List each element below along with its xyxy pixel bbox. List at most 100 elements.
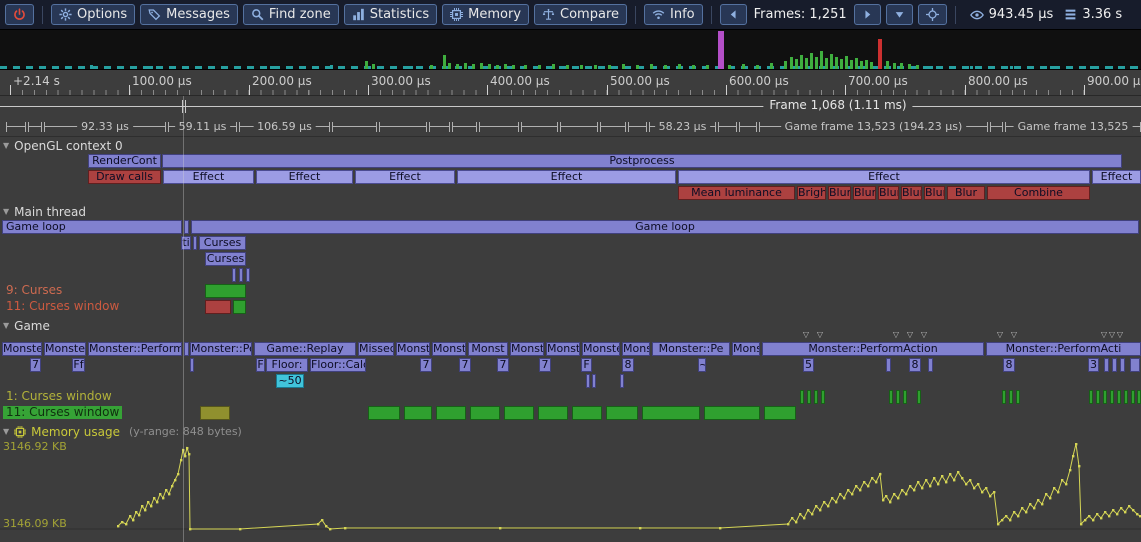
zone-bar[interactable]: 7	[539, 358, 551, 372]
histogram-bar[interactable]	[608, 65, 611, 69]
histogram-bar[interactable]	[372, 64, 375, 69]
section-header-main-thread[interactable]: ▼Main thread	[0, 204, 1141, 219]
statistics-button[interactable]: Statistics	[344, 4, 437, 25]
info-button[interactable]: Info	[644, 4, 703, 25]
zone-bar[interactable]: Missed	[358, 342, 394, 356]
histogram-bar[interactable]	[472, 64, 475, 69]
histogram-bar[interactable]	[835, 57, 838, 69]
histogram-bar[interactable]	[1010, 66, 1013, 69]
frame-ruler-secondary[interactable]: 92.33 μs59.11 μs106.59 μs58.23 μsGame fr…	[0, 117, 1141, 137]
goto-frame-button[interactable]	[918, 4, 947, 25]
zone-bar[interactable]: Ff	[72, 358, 85, 372]
histogram-bar[interactable]	[488, 64, 491, 69]
histogram-bar[interactable]	[210, 66, 213, 69]
histogram-bar[interactable]	[456, 64, 459, 69]
histogram-bar[interactable]	[650, 64, 653, 69]
histogram-bar[interactable]	[908, 64, 911, 69]
zone-bar[interactable]: Blur	[947, 186, 985, 200]
zone-bar[interactable]	[807, 390, 811, 404]
time-ruler[interactable]: +2.14 s100.00 μs200.00 μs300.00 μs400.00…	[0, 70, 1141, 96]
zone-bar[interactable]	[1103, 390, 1107, 404]
zone-bar[interactable]	[1009, 390, 1013, 404]
zone-bar[interactable]: Effect	[457, 170, 676, 184]
zone-bar[interactable]: Game loop	[2, 220, 182, 234]
zone-bar[interactable]: Effect	[355, 170, 455, 184]
zone-bar[interactable]	[1096, 390, 1100, 404]
histogram-bar[interactable]	[594, 65, 597, 69]
zone-bar[interactable]: Postprocess	[162, 154, 1122, 168]
zone-bar[interactable]	[928, 358, 933, 372]
zone-bar[interactable]: Blur	[853, 186, 876, 200]
zone-bar[interactable]	[193, 236, 197, 250]
zone-bar[interactable]	[190, 358, 194, 372]
sub-frame-segment[interactable]: Game frame 13,523 (194.23 μs)	[759, 122, 988, 132]
zone-bar[interactable]: Effect	[1092, 170, 1141, 184]
histogram-bar[interactable]	[790, 57, 793, 69]
histogram-bar[interactable]	[805, 58, 808, 69]
histogram-bar[interactable]	[865, 60, 868, 69]
ghost-zone-marker[interactable]: ▽	[1109, 330, 1115, 339]
ghost-zone-marker[interactable]: ▽	[1101, 330, 1107, 339]
histogram-bar[interactable]	[830, 54, 833, 69]
zone-bar[interactable]	[1002, 390, 1006, 404]
sub-frame-segment[interactable]	[332, 122, 377, 132]
zone-bar[interactable]: Draw calls	[88, 170, 161, 184]
histogram-bar[interactable]	[90, 65, 93, 69]
histogram-bar[interactable]	[410, 66, 413, 69]
ghost-zone-marker[interactable]: ▽	[803, 330, 809, 339]
histogram-bar[interactable]	[365, 61, 368, 69]
histogram-bar[interactable]	[692, 65, 695, 69]
zone-bar[interactable]: Monster::Pe	[190, 342, 252, 356]
histogram-bar[interactable]	[742, 64, 745, 69]
zone-bar[interactable]	[404, 406, 432, 420]
lane-label[interactable]: 9: Curses	[3, 284, 65, 297]
histogram-bar[interactable]	[524, 65, 527, 69]
zone-bar[interactable]: Monst	[468, 342, 508, 356]
histogram-bar[interactable]	[390, 66, 393, 69]
zone-bar[interactable]: ~50	[276, 374, 304, 388]
zone-bar[interactable]	[620, 374, 624, 388]
zone-bar[interactable]	[1104, 358, 1109, 372]
zone-bar[interactable]	[764, 406, 796, 420]
histogram-bar[interactable]	[552, 64, 555, 69]
lane-label[interactable]: 11: Curses window	[3, 406, 122, 419]
histogram-bar[interactable]	[430, 65, 433, 69]
zone-bar[interactable]	[538, 406, 568, 420]
zone-bar[interactable]	[889, 390, 893, 404]
zone-bar[interactable]	[572, 406, 602, 420]
zone-bar[interactable]: Monste	[582, 342, 620, 356]
lane-label[interactable]: 11: Curses window	[3, 300, 122, 313]
frame-histogram[interactable]	[0, 30, 1141, 70]
zone-bar[interactable]: F	[256, 358, 265, 372]
histogram-bar[interactable]	[504, 64, 507, 69]
ghost-zone-marker[interactable]: ▽	[997, 330, 1003, 339]
zone-bar[interactable]: Monster::Pe	[652, 342, 730, 356]
histogram-bar[interactable]	[870, 62, 873, 69]
zone-bar[interactable]: Curses	[205, 252, 246, 266]
zone-bar[interactable]	[896, 390, 900, 404]
sub-frame-segment[interactable]	[628, 122, 647, 132]
sub-frame-segment[interactable]	[521, 122, 558, 132]
histogram-bar[interactable]	[950, 66, 953, 69]
zone-bar[interactable]: Blur	[828, 186, 851, 200]
zone-bar[interactable]	[1089, 390, 1093, 404]
zone-bar[interactable]: F	[581, 358, 592, 372]
zone-bar[interactable]: Monster::PerformAction	[762, 342, 984, 356]
zone-bar[interactable]: ~	[698, 358, 706, 372]
histogram-bar[interactable]	[622, 64, 625, 69]
sub-frame-segment[interactable]	[452, 122, 477, 132]
zone-bar[interactable]	[504, 406, 534, 420]
ghost-zone-marker[interactable]: ▽	[1011, 330, 1017, 339]
frame-ruler-primary[interactable]: Frame 1,068 (1.11 ms)	[0, 96, 1141, 117]
histogram-bar[interactable]	[443, 55, 446, 69]
ghost-zone-marker[interactable]: ▽	[921, 330, 927, 339]
zone-bar[interactable]	[1117, 390, 1121, 404]
histogram-bar[interactable]	[930, 66, 933, 69]
zone-bar[interactable]	[184, 220, 189, 234]
histogram-bar[interactable]	[878, 39, 882, 69]
zone-bar[interactable]: Combine	[987, 186, 1090, 200]
zone-bar[interactable]: Floor:	[266, 358, 308, 372]
sub-frame-segment[interactable]: Game frame 13,525	[1005, 122, 1141, 132]
histogram-bar[interactable]	[664, 65, 667, 69]
zone-bar[interactable]: 3	[1088, 358, 1099, 372]
